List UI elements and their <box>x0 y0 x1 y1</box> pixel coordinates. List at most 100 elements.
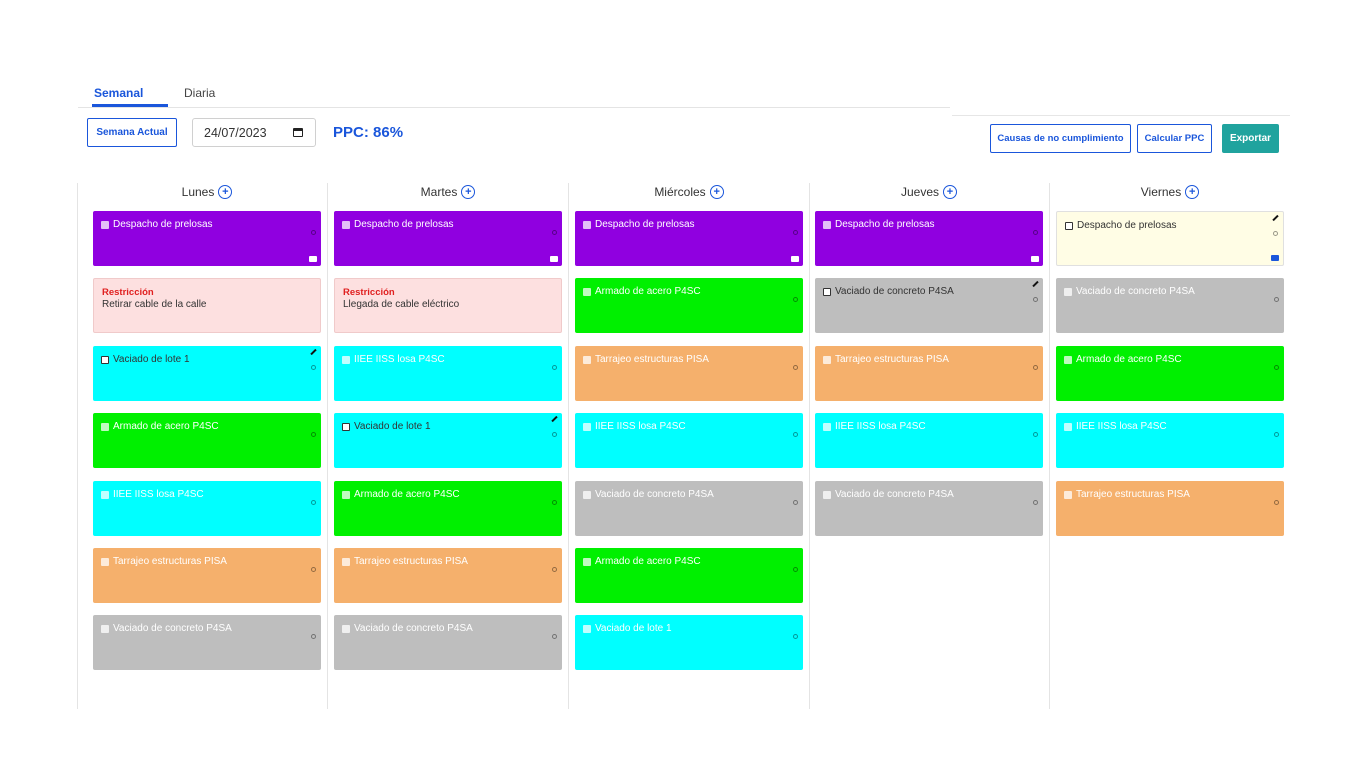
task-title-row: Tarrajeo estructuras PISA <box>342 556 554 568</box>
task-checkbox[interactable] <box>101 355 109 364</box>
copy-icon[interactable] <box>1274 432 1279 438</box>
copy-icon[interactable] <box>311 499 316 505</box>
copy-icon[interactable] <box>793 499 798 505</box>
task-card[interactable]: Vaciado de lote 1 <box>575 615 803 671</box>
task-checkbox <box>823 221 831 229</box>
copy-icon[interactable] <box>552 364 557 370</box>
copy-icon[interactable] <box>1274 364 1279 370</box>
task-card[interactable]: Tarrajeo estructuras PISA <box>334 547 562 603</box>
edit-pencil-icon[interactable] <box>1032 281 1039 288</box>
copy-icon[interactable] <box>311 566 316 572</box>
column-separator <box>327 183 328 709</box>
copy-icon[interactable] <box>552 499 557 505</box>
task-card[interactable]: Vaciado de concreto P4SA <box>334 615 562 671</box>
task-card[interactable]: Vaciado de concreto P4SA <box>1056 278 1284 334</box>
task-card[interactable]: Vaciado de concreto P4SA <box>93 615 321 671</box>
task-card[interactable]: Vaciado de concreto P4SA <box>815 278 1043 334</box>
tab-semanal[interactable]: Semanal <box>94 86 143 100</box>
copy-icon[interactable] <box>1274 297 1279 303</box>
restriction-card[interactable]: Restricción Llegada de cable eléctrico <box>334 278 562 334</box>
tab-diaria[interactable]: Diaria <box>184 86 215 100</box>
task-card[interactable]: Despacho de prelosas <box>815 211 1043 266</box>
copy-icon[interactable] <box>1273 231 1278 236</box>
copy-icon[interactable] <box>793 432 798 438</box>
task-card[interactable]: Armado de acero P4SC <box>93 413 321 469</box>
date-input[interactable]: 24/07/2023 <box>192 118 316 147</box>
task-card[interactable]: IIEE IISS losa P4SC <box>93 480 321 536</box>
task-checkbox <box>342 355 350 364</box>
task-card[interactable]: Tarrajeo estructuras PISA <box>93 547 321 603</box>
task-card[interactable]: Vaciado de concreto P4SA <box>575 480 803 536</box>
task-card[interactable]: Armado de acero P4SC <box>334 480 562 536</box>
task-title: Vaciado de concreto P4SA <box>835 488 954 500</box>
copy-icon[interactable] <box>552 432 557 438</box>
copy-icon[interactable] <box>1274 499 1279 505</box>
add-task-icon[interactable]: + <box>709 185 724 199</box>
copy-icon[interactable] <box>311 364 316 370</box>
task-checkbox <box>101 490 109 499</box>
copy-icon[interactable] <box>793 566 798 572</box>
copy-icon[interactable] <box>793 364 798 370</box>
causes-button[interactable]: Causas de no cumplimiento <box>990 124 1131 153</box>
task-card[interactable]: Despacho de prelosas <box>93 211 321 266</box>
task-card[interactable]: Tarrajeo estructuras PISA <box>575 345 803 401</box>
task-card[interactable]: IIEE IISS losa P4SC <box>1056 413 1284 469</box>
task-checkbox <box>823 490 831 499</box>
copy-icon[interactable] <box>1033 297 1038 303</box>
task-title-row: IIEE IISS losa P4SC <box>342 354 554 366</box>
copy-icon[interactable] <box>793 297 798 303</box>
export-button[interactable]: Exportar <box>1222 124 1279 153</box>
task-card[interactable]: Armado de acero P4SC <box>575 547 803 603</box>
edit-pencil-icon[interactable] <box>310 348 317 355</box>
copy-icon[interactable] <box>552 634 557 640</box>
day-name: Lunes <box>181 185 215 199</box>
copy-icon[interactable] <box>1033 364 1038 370</box>
card-list: Despacho de prelosas Vaciado de concreto … <box>815 211 1043 548</box>
task-card[interactable]: Tarrajeo estructuras PISA <box>1056 480 1284 536</box>
task-checkbox[interactable] <box>342 423 350 432</box>
card-list: Despacho de prelosas Armado de acero P4SC… <box>575 211 803 683</box>
task-title-row: Vaciado de concreto P4SA <box>101 623 313 635</box>
task-card[interactable]: Vaciado de lote 1 <box>334 413 562 469</box>
task-card[interactable]: Despacho de prelosas <box>1056 211 1284 266</box>
current-week-button[interactable]: Semana Actual <box>87 118 177 147</box>
calculate-ppc-button[interactable]: Calcular PPC <box>1137 124 1212 153</box>
copy-icon[interactable] <box>793 634 798 640</box>
task-card[interactable]: IIEE IISS losa P4SC <box>575 413 803 469</box>
edit-pencil-icon[interactable] <box>1272 214 1279 222</box>
task-card[interactable]: Tarrajeo estructuras PISA <box>815 345 1043 401</box>
task-card[interactable]: Vaciado de lote 1 <box>93 345 321 401</box>
task-card[interactable]: Despacho de prelosas <box>334 211 562 266</box>
task-title: Despacho de prelosas <box>113 219 213 230</box>
add-task-icon[interactable]: + <box>943 185 958 199</box>
task-card[interactable]: Vaciado de concreto P4SA <box>815 480 1043 536</box>
copy-icon[interactable] <box>311 230 316 235</box>
copy-icon[interactable] <box>311 432 316 438</box>
copy-icon[interactable] <box>1033 230 1038 235</box>
task-card[interactable]: IIEE IISS losa P4SC <box>815 413 1043 469</box>
task-title-row: Vaciado de lote 1 <box>583 623 795 635</box>
task-checkbox[interactable] <box>1065 222 1073 230</box>
task-checkbox <box>1064 288 1072 297</box>
task-title: Vaciado de concreto P4SA <box>1076 286 1195 298</box>
add-task-icon[interactable]: + <box>218 185 233 199</box>
task-title: IIEE IISS losa P4SC <box>595 421 686 433</box>
calendar-icon[interactable] <box>293 128 303 137</box>
copy-icon[interactable] <box>793 230 798 235</box>
task-card[interactable]: IIEE IISS losa P4SC <box>334 345 562 401</box>
copy-icon[interactable] <box>552 566 557 572</box>
date-value: 24/07/2023 <box>204 125 267 140</box>
edit-pencil-icon[interactable] <box>551 415 558 423</box>
task-card[interactable]: Despacho de prelosas <box>575 211 803 266</box>
add-task-icon[interactable]: + <box>461 185 476 199</box>
copy-icon[interactable] <box>1033 499 1038 505</box>
task-checkbox[interactable] <box>823 288 831 297</box>
task-title: Tarrajeo estructuras PISA <box>354 555 468 567</box>
task-card[interactable]: Armado de acero P4SC <box>575 278 803 334</box>
copy-icon[interactable] <box>311 634 316 640</box>
add-task-icon[interactable]: + <box>1185 185 1200 199</box>
task-card[interactable]: Armado de acero P4SC <box>1056 345 1284 401</box>
copy-icon[interactable] <box>1033 432 1038 438</box>
restriction-card[interactable]: Restricción Retirar cable de la calle <box>93 278 321 334</box>
copy-icon[interactable] <box>552 230 557 235</box>
